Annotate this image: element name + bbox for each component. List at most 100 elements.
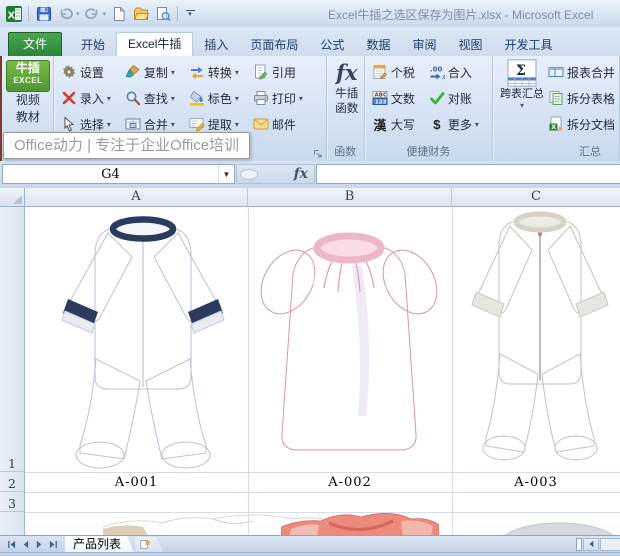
tab-developer[interactable]: 开发工具: [493, 34, 563, 56]
name-box[interactable]: G4 ▼: [2, 164, 235, 184]
insert-worksheet-button[interactable]: [135, 537, 163, 552]
copy-button[interactable]: 复制: [123, 61, 177, 83]
cell-c2-product-code[interactable]: A-003: [452, 473, 620, 492]
print-preview-button[interactable]: [153, 4, 172, 23]
tab-file[interactable]: 文件: [8, 32, 63, 56]
row-header-3[interactable]: 3: [0, 492, 24, 512]
cell-b2-product-code[interactable]: A-002: [248, 473, 452, 492]
name-box-value: G4: [101, 166, 120, 182]
split-doc-icon: [548, 116, 564, 132]
convert-button[interactable]: 转换: [187, 61, 241, 83]
gridline: [25, 492, 620, 493]
scroll-left-button[interactable]: [583, 537, 599, 551]
product-image-pink-tee[interactable]: [252, 216, 446, 466]
column-header-b[interactable]: B: [248, 188, 452, 206]
next-sheet-button[interactable]: [32, 538, 46, 551]
title-bar: ▾ ▾ ▾ Excel牛插之选区保存为图片.xlsx - Microsoft E…: [0, 0, 620, 28]
tab-home[interactable]: 开始: [70, 34, 116, 56]
redo-button[interactable]: [83, 4, 102, 23]
toolbar-separator: [177, 6, 179, 21]
insert-function-icon[interactable]: fx: [294, 166, 308, 182]
settings-button[interactable]: 设置: [59, 61, 113, 83]
tab-split-handle[interactable]: [576, 537, 582, 551]
swap-arrows-icon: [189, 64, 205, 80]
fx-icon: fx: [335, 60, 358, 85]
tab-page-layout[interactable]: 页面布局: [239, 34, 309, 56]
niucha-functions-button[interactable]: fx 牛插 函数: [332, 59, 362, 145]
extract-pencil-icon: [189, 116, 205, 132]
group-label-finance: 便捷财务: [406, 146, 451, 158]
excel-logo-icon[interactable]: [4, 4, 23, 23]
dialog-launcher-icon[interactable]: [313, 149, 323, 159]
personal-tax-button[interactable]: 个税: [370, 61, 417, 83]
mail-button[interactable]: 邮件: [251, 113, 305, 135]
redo-dropdown[interactable]: ▾: [103, 10, 107, 18]
tab-formulas[interactable]: 公式: [309, 34, 355, 56]
ribbon: 牛插 EXCEL 视频 教材 设置 录入 选择 复制 查找 合并 转换: [0, 56, 620, 162]
row-header-1[interactable]: 1: [0, 207, 24, 472]
previous-sheet-button[interactable]: [18, 538, 32, 551]
quick-access-toolbar: ▾ ▾ ▾: [4, 4, 197, 23]
round-merge-button[interactable]: 合入: [427, 61, 481, 83]
customize-quick-access-button[interactable]: ▾: [183, 10, 197, 18]
group-label-summary: 汇总: [578, 146, 601, 158]
more-button[interactable]: $ 更多: [427, 113, 481, 135]
row-header-column: 1 2 3: [0, 207, 25, 535]
merge-cells-icon: [125, 116, 141, 132]
splitter-handle: [240, 168, 258, 180]
save-button[interactable]: [34, 4, 53, 23]
tab-view[interactable]: 视图: [447, 34, 493, 56]
decimal-icon: [429, 64, 445, 80]
report-merge-button[interactable]: 报表合并: [546, 61, 617, 83]
brush-icon: [125, 64, 141, 80]
magnifier-icon: [125, 90, 141, 106]
chevron-down-icon: ▾: [519, 101, 524, 110]
status-bar: [0, 552, 620, 556]
reference-doc-icon: [253, 64, 269, 80]
undo-dropdown[interactable]: ▾: [76, 10, 80, 18]
uppercase-button[interactable]: 漢大写: [370, 113, 417, 135]
tab-review[interactable]: 审阅: [401, 34, 447, 56]
tab-insert[interactable]: 插入: [193, 34, 239, 56]
formula-input[interactable]: [316, 164, 620, 184]
product-image-tan-footed-sleeper[interactable]: [462, 204, 618, 468]
worksheet-grid: A B C 1 2 3 A-001 A-002 A-003: [0, 188, 620, 535]
open-folder-button[interactable]: [131, 4, 150, 23]
paint-bucket-icon: [189, 90, 205, 106]
product-image-gray-garment-partial[interactable]: [498, 515, 620, 535]
name-box-dropdown[interactable]: ▼: [218, 165, 234, 183]
reconcile-button[interactable]: 对账: [427, 87, 481, 109]
highlight-button[interactable]: 标色: [187, 87, 241, 109]
split-document-button[interactable]: 拆分文档: [546, 113, 617, 135]
row-header-4[interactable]: [0, 512, 24, 535]
number-to-text-button[interactable]: 文数: [370, 87, 417, 109]
column-header-a[interactable]: A: [25, 188, 248, 206]
first-sheet-button[interactable]: [4, 538, 18, 551]
new-document-button[interactable]: [109, 4, 128, 23]
sheet-tab-product-list[interactable]: 产品列表: [65, 536, 134, 552]
select-all-corner[interactable]: [0, 188, 25, 206]
reference-button[interactable]: 引用: [251, 61, 305, 83]
undo-button[interactable]: [56, 4, 75, 23]
printer-icon: [253, 90, 269, 106]
find-button[interactable]: 查找: [123, 87, 177, 109]
sigma-grid-icon: [507, 59, 537, 87]
row-header-2[interactable]: 2: [0, 472, 24, 492]
product-image-coral-top-partial[interactable]: [281, 513, 439, 535]
print-button[interactable]: 打印: [251, 87, 305, 109]
last-sheet-button[interactable]: [46, 538, 60, 551]
formula-bar-splitter[interactable]: fx: [236, 164, 315, 184]
dollar-icon: $: [433, 116, 441, 132]
insert-sheet-icon: [139, 538, 151, 550]
tab-data[interactable]: 数据: [355, 34, 401, 56]
split-table-button[interactable]: 拆分表格: [546, 87, 617, 109]
tab-excel-niucha[interactable]: Excel牛插: [116, 32, 194, 56]
office-power-tooltip: Office动力 | 专注于企业Office培训: [3, 132, 251, 159]
product-image-navy-footed-sleeper[interactable]: [50, 209, 236, 471]
cross-sheet-summary-button[interactable]: 跨表汇总 ▾: [498, 59, 546, 145]
window-title: Excel牛插之选区保存为图片.xlsx - Microsoft Excel: [328, 8, 594, 22]
horizontal-scrollbar-track[interactable]: [600, 537, 620, 551]
entry-button[interactable]: 录入: [59, 87, 113, 109]
group-label-functions: 函数: [334, 146, 357, 158]
cell-a2-product-code[interactable]: A-001: [25, 473, 248, 492]
